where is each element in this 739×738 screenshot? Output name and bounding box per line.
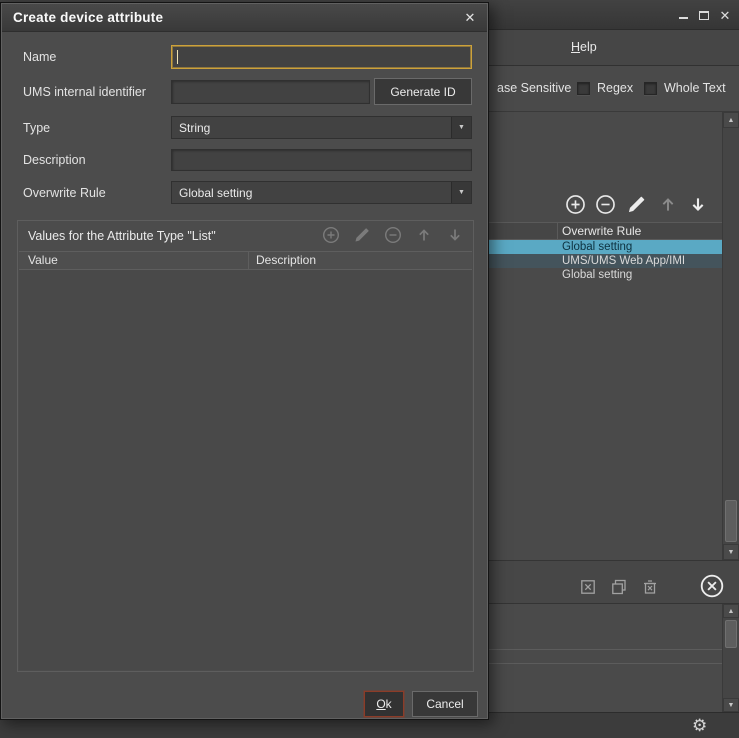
values-toolbar (322, 226, 464, 244)
case-sensitive-label: ase Sensitive (497, 81, 571, 95)
type-label: Type (23, 120, 50, 136)
ok-button[interactable]: Ok (364, 691, 404, 717)
generate-id-button[interactable]: Generate ID (374, 78, 472, 105)
close-button[interactable]: ✕ (718, 8, 732, 22)
whole-text-label: Whole Text (664, 81, 726, 95)
dropdown-arrow-icon: ▼ (451, 182, 471, 203)
text-caret (177, 50, 178, 64)
copy-icon[interactable] (610, 578, 628, 596)
overwrite-rule-value: Global setting (172, 182, 451, 203)
scroll-up-icon: ▲ (728, 117, 735, 124)
overwrite-rule-label: Overwrite Rule (23, 185, 106, 201)
name-label: Name (23, 49, 56, 65)
type-value: String (172, 117, 451, 138)
maximize-icon (699, 11, 709, 20)
values-table-body[interactable] (19, 270, 472, 670)
dialog-close-button[interactable]: ✕ (461, 9, 479, 27)
scroll-down-button[interactable]: ▼ (723, 698, 739, 712)
scroll-down-icon: ▼ (728, 549, 735, 556)
ums-id-input[interactable] (171, 80, 370, 104)
edit-icon[interactable] (626, 194, 647, 215)
scroll-up-icon: ▲ (728, 608, 735, 615)
settings-gear-icon[interactable]: ⚙ (692, 715, 707, 737)
value-column-header[interactable]: Value (28, 252, 58, 269)
cancel-button-label: Cancel (426, 697, 463, 711)
close-icon: ✕ (720, 9, 731, 22)
move-value-up-icon[interactable] (415, 226, 433, 244)
ums-id-label: UMS internal identifier (23, 84, 146, 100)
values-group-title: Values for the Attribute Type "List" (28, 227, 216, 245)
move-up-icon[interactable] (658, 194, 678, 215)
scroll-down-button[interactable]: ▼ (723, 544, 739, 560)
scroll-up-button[interactable]: ▲ (723, 604, 739, 618)
remove-value-icon[interactable] (384, 226, 402, 244)
close-icon: ✕ (465, 10, 476, 26)
delete-icon[interactable] (641, 578, 659, 596)
remove-icon[interactable] (595, 194, 616, 215)
add-value-icon[interactable] (322, 226, 340, 244)
whole-text-checkbox[interactable] (644, 82, 657, 95)
description-column-header[interactable]: Description (256, 252, 316, 269)
help-button[interactable]: Help (571, 40, 597, 54)
values-table-header: Value Description (19, 251, 472, 270)
edit-value-icon[interactable] (353, 226, 371, 244)
lower-vertical-scrollbar[interactable]: ▲ ▼ (722, 604, 739, 712)
minimize-button[interactable] (676, 8, 690, 22)
vertical-scrollbar[interactable]: ▲ ▼ (722, 112, 739, 560)
description-input[interactable] (171, 149, 472, 171)
column-divider[interactable] (557, 223, 558, 239)
clear-icon[interactable] (579, 578, 597, 596)
overwrite-rule-select[interactable]: Global setting ▼ (171, 181, 472, 204)
scroll-down-icon: ▼ (728, 702, 735, 709)
move-down-icon[interactable] (688, 194, 708, 215)
column-divider[interactable] (248, 252, 249, 269)
cancel-circle-icon[interactable] (699, 573, 725, 599)
cancel-button[interactable]: Cancel (412, 691, 478, 717)
move-value-down-icon[interactable] (446, 226, 464, 244)
dialog-titlebar[interactable]: Create device attribute ✕ (2, 4, 487, 32)
minimize-icon (679, 17, 688, 19)
dialog-title: Create device attribute (13, 4, 163, 32)
scroll-up-button[interactable]: ▲ (723, 112, 739, 128)
type-select[interactable]: String ▼ (171, 116, 472, 139)
column-header-overwrite-rule[interactable]: Overwrite Rule (562, 223, 641, 239)
scrollbar-thumb[interactable] (725, 620, 737, 648)
regex-checkbox[interactable] (577, 82, 590, 95)
values-groupbox: Values for the Attribute Type "List" (17, 220, 474, 672)
create-device-attribute-dialog: Create device attribute ✕ Name UMS inter… (0, 2, 489, 720)
name-input[interactable] (171, 45, 472, 69)
add-icon[interactable] (565, 194, 586, 215)
scrollbar-thumb[interactable] (725, 500, 737, 542)
screen: ✕ Help ase Sensitive Regex Whole Text (0, 0, 739, 738)
regex-label: Regex (597, 81, 633, 95)
dropdown-arrow-icon: ▼ (451, 117, 471, 138)
maximize-button[interactable] (697, 8, 711, 22)
ok-button-label: Ok (376, 697, 391, 711)
window-controls: ✕ (676, 8, 732, 22)
description-label: Description (23, 152, 86, 168)
